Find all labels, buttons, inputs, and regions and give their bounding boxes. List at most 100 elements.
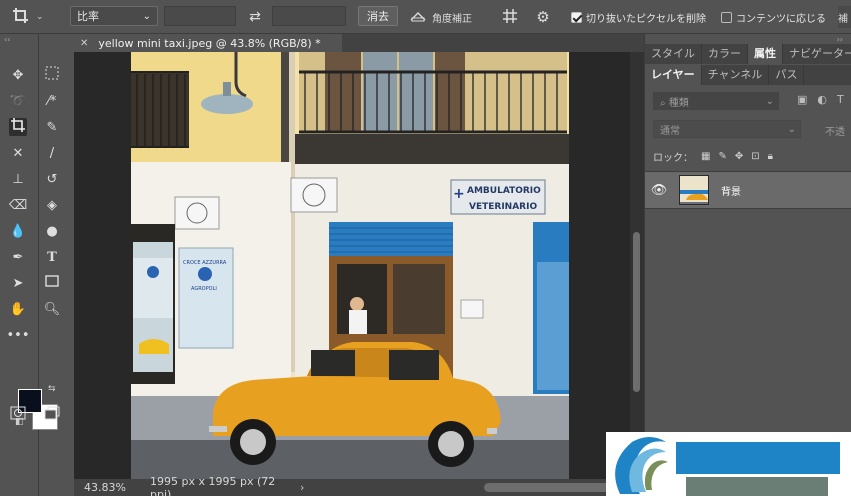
path-select-tool[interactable]: ➤ <box>9 274 27 292</box>
quick-mask-button[interactable] <box>9 406 27 424</box>
photo-canvas[interactable]: AMBULATORIO VETERINARIO + CROCE AZZURRA … <box>131 52 569 479</box>
lock-paint-icon[interactable]: ✎ <box>718 151 726 162</box>
content-aware-checkbox[interactable]: コンテンツに応じる <box>721 6 826 28</box>
close-icon[interactable]: ✕ <box>80 38 88 49</box>
straighten-label: 角度補正 <box>432 13 472 25</box>
layer-filter-select[interactable]: ⌕ 種類 ⌄ <box>653 92 779 110</box>
screen-mode-button[interactable] <box>43 406 61 424</box>
dodge-tool[interactable]: ● <box>43 222 61 240</box>
quick-mask-icon <box>10 406 26 424</box>
ratio-select[interactable]: 比率 ⌄ <box>70 6 158 26</box>
collapse-chevrons-icon[interactable]: ›› <box>837 35 843 44</box>
overlay-options-button[interactable] <box>498 6 522 28</box>
tab-styles[interactable]: スタイル <box>645 44 702 64</box>
layer-filter-value: 種類 <box>668 97 689 109</box>
tab-paths[interactable]: パス <box>769 65 805 85</box>
opacity-label: 不透 <box>825 127 845 138</box>
poster-bottom-text: AGROPOLI <box>191 286 217 292</box>
stamp-tool[interactable]: ⊥ <box>9 170 27 188</box>
swirl-logo-icon <box>615 437 668 494</box>
swap-colors-icon[interactable]: ⇆ <box>48 384 56 394</box>
gear-icon: ⚙ <box>536 8 550 26</box>
canvas-area[interactable]: AMBULATORIO VETERINARIO + CROCE AZZURRA … <box>74 52 630 479</box>
lasso-icon: ➰ <box>9 93 27 109</box>
path-select-icon: ➤ <box>12 275 24 291</box>
magic-wand-icon: ⁄* <box>47 93 57 109</box>
settings-button[interactable]: ⚙ <box>532 6 554 28</box>
vertical-scroll-thumb[interactable] <box>633 232 640 392</box>
clear-button[interactable]: 消去 <box>358 6 398 26</box>
bucket-tool[interactable]: ◈ <box>43 196 61 214</box>
healing-icon: ✕ <box>12 145 24 161</box>
logo-blue-bar <box>676 442 840 474</box>
tab-color[interactable]: カラー <box>702 44 748 64</box>
eraser-tool[interactable]: ⌫ <box>9 196 27 214</box>
tab-layers[interactable]: レイヤー <box>645 65 702 85</box>
lock-artboard-icon[interactable]: ⊡ <box>751 151 759 162</box>
stamp-icon: ⊥ <box>12 171 24 187</box>
horizontal-scroll-thumb[interactable] <box>484 483 610 492</box>
content-aware-label: コンテンツに応じる <box>736 13 826 25</box>
eyedropper-icon: ✎ <box>46 119 58 135</box>
rectangle-tool[interactable] <box>43 274 61 292</box>
more-icon: ••• <box>6 327 30 343</box>
blur-tool[interactable]: 💧 <box>9 222 27 240</box>
tab-properties[interactable]: 属性 <box>748 44 783 64</box>
delete-cropped-pixels-checkbox[interactable]: 切り抜いたピクセルを削除 <box>571 6 706 28</box>
swap-arrows-icon: ⇄ <box>249 9 261 25</box>
layer-name[interactable]: 背景 <box>721 183 741 198</box>
lock-position-icon[interactable]: ✥ <box>735 151 743 162</box>
zoom-tool[interactable]: 🔍︎ <box>43 300 61 318</box>
tab-navigator[interactable]: ナビゲーター <box>783 44 851 64</box>
crop-tool[interactable] <box>9 118 27 136</box>
history-brush-tool[interactable]: ↺ <box>43 170 61 188</box>
tab-channels[interactable]: チャンネル <box>702 65 770 85</box>
ratio-select-value: 比率 <box>77 10 99 23</box>
brush-icon: / <box>49 145 55 161</box>
move-icon: ✥ <box>12 67 24 83</box>
zoom-level[interactable]: 43.83% <box>74 481 150 494</box>
magic-wand-tool[interactable]: ⁄* <box>43 92 61 110</box>
type-filter-icon[interactable]: T <box>837 93 844 106</box>
document-tab[interactable]: ✕ yellow mini taxi.jpeg @ 43.8% (RGB/8) … <box>74 34 342 52</box>
healing-tool[interactable]: ✕ <box>9 144 27 162</box>
chevron-right-icon[interactable]: › <box>300 481 320 494</box>
straighten-button[interactable]: 角度補正 <box>410 6 482 28</box>
hand-tool[interactable]: ✋ <box>9 300 27 318</box>
crop-icon <box>12 7 30 28</box>
swap-ratio-button[interactable]: ⇄ <box>246 6 264 28</box>
lock-label: ロック： <box>653 153 693 164</box>
ratio-height-input[interactable] <box>272 6 346 26</box>
pen-tool[interactable]: ✒ <box>9 248 27 266</box>
search-icon: ⌕ <box>660 97 666 109</box>
lock-all-icon[interactable]: 🔒︎ <box>768 151 773 162</box>
image-filter-icon[interactable]: ▣ <box>797 93 807 106</box>
marquee-icon <box>45 66 59 84</box>
sign-top-text: AMBULATORIO <box>467 186 541 196</box>
lasso-tool[interactable]: ➰ <box>9 92 27 110</box>
collapse-chevrons-icon[interactable]: ‹‹ <box>4 35 10 44</box>
checkbox-unchecked-icon <box>721 11 732 23</box>
ratio-width-input[interactable] <box>164 6 236 26</box>
blend-mode-select[interactable]: 通常 ⌄ <box>653 120 801 138</box>
options-bar: ⌄ 比率 ⌄ ⇄ 消去 角度補正 ⚙ 切り抜いたピクセルを削除 コンテンツに応じ… <box>0 0 851 34</box>
brush-tool[interactable]: / <box>43 144 61 162</box>
checkbox-checked-icon <box>571 11 582 23</box>
more-tools-button[interactable]: ••• <box>6 326 30 344</box>
adjustment-filter-icon[interactable]: ◐ <box>817 93 827 106</box>
svg-text:+: + <box>453 186 465 202</box>
eyedropper-tool[interactable]: ✎ <box>43 118 61 136</box>
toolbox: ‹‹ ✥ ➰ ⁄* ✎ ✕ / ⊥ ↺ ⌫ ◈ 💧 ● ✒ T ➤ ✋ 🔍︎ •… <box>0 34 60 496</box>
layer-row[interactable]: 👁︎ 背景 <box>645 171 851 209</box>
type-tool[interactable]: T <box>43 248 61 266</box>
marquee-tool[interactable] <box>43 66 61 84</box>
truncated-option[interactable]: 補 <box>838 6 851 28</box>
chevron-down-icon: ⌄ <box>142 10 151 22</box>
lock-transparent-icon[interactable]: ▦ <box>701 151 710 162</box>
dodge-icon: ● <box>46 223 58 239</box>
eye-icon[interactable]: 👁︎ <box>645 183 673 198</box>
document-size-info: 1995 px x 1995 px (72 ppi) <box>150 474 276 496</box>
crop-tool-preset-picker[interactable]: ⌄ <box>12 6 56 28</box>
vertical-scrollbar[interactable] <box>630 52 644 479</box>
move-tool[interactable]: ✥ <box>9 66 27 84</box>
